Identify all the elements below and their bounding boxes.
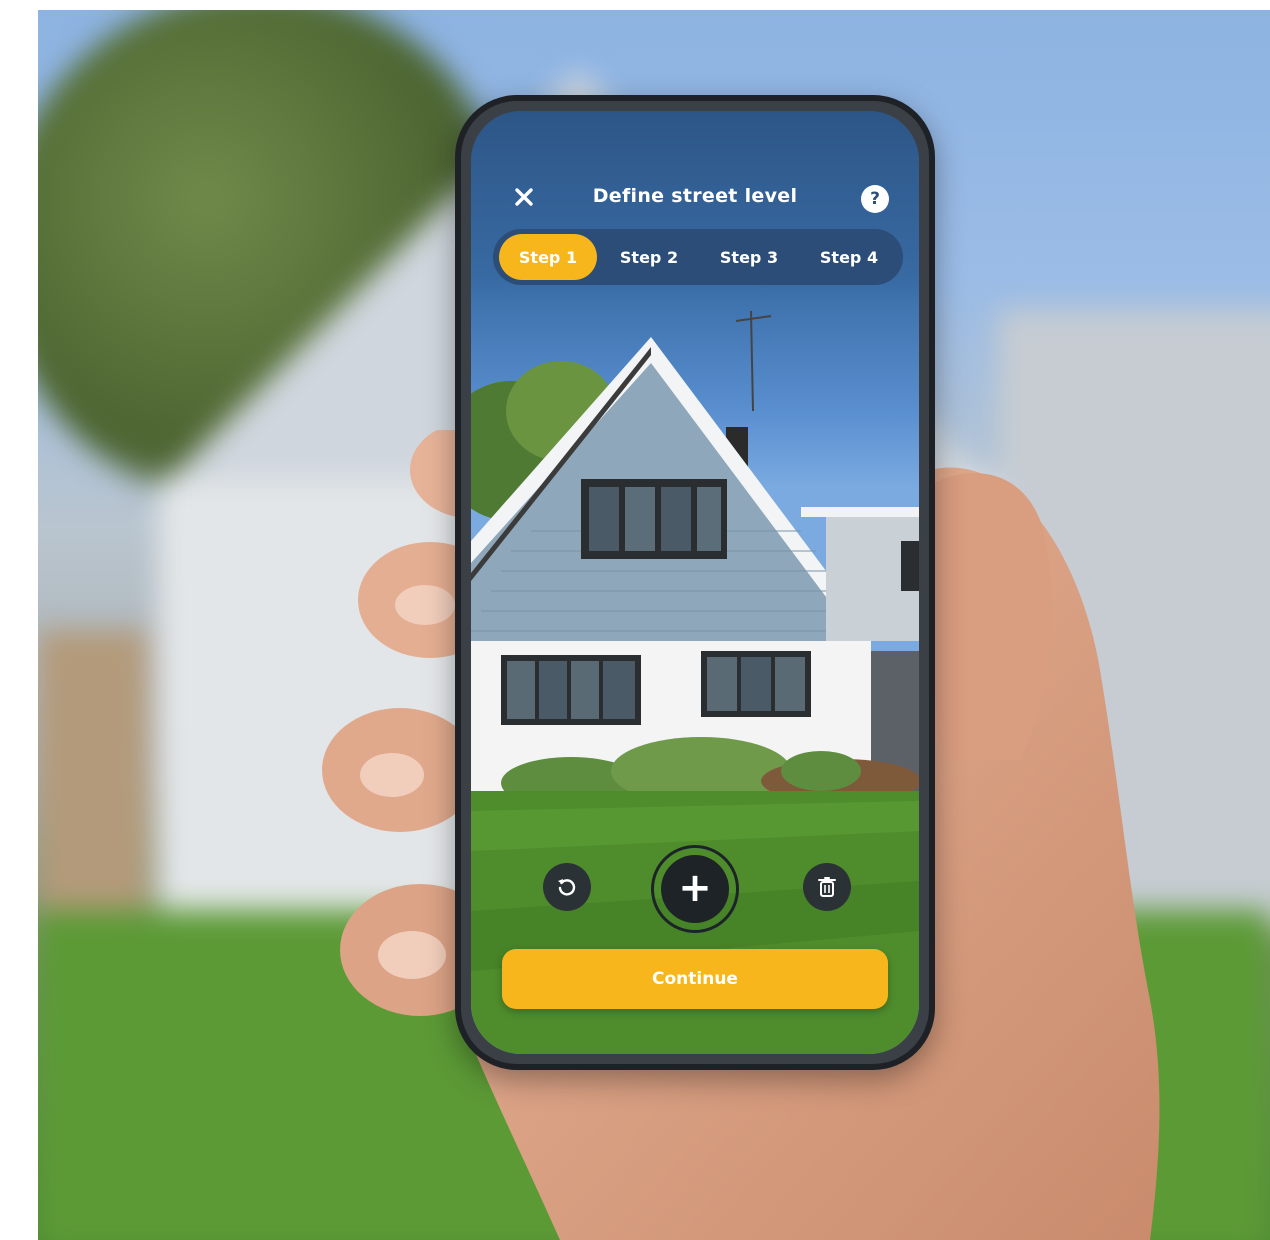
step-selector: Step 1 Step 2 Step 3 Step 4: [493, 229, 903, 285]
phone-device: Define street level ? Step 1 Step 2 Step…: [455, 95, 935, 1070]
close-icon-glyph: [515, 188, 533, 206]
undo-icon: [558, 879, 576, 896]
continue-button[interactable]: Continue: [502, 949, 888, 1009]
app-screen: Define street level ? Step 1 Step 2 Step…: [471, 111, 919, 1054]
tab-step-4[interactable]: Step 4: [801, 234, 897, 280]
add-button[interactable]: +: [661, 855, 729, 923]
tab-step-1[interactable]: Step 1: [499, 234, 597, 280]
trash-icon: [818, 877, 836, 897]
tab-step-2[interactable]: Step 2: [601, 234, 697, 280]
help-icon[interactable]: ?: [861, 185, 889, 213]
page-title: Define street level: [592, 185, 798, 207]
undo-button[interactable]: [543, 863, 591, 911]
delete-button[interactable]: [803, 863, 851, 911]
close-icon[interactable]: [509, 183, 539, 213]
tab-step-3[interactable]: Step 3: [701, 234, 797, 280]
